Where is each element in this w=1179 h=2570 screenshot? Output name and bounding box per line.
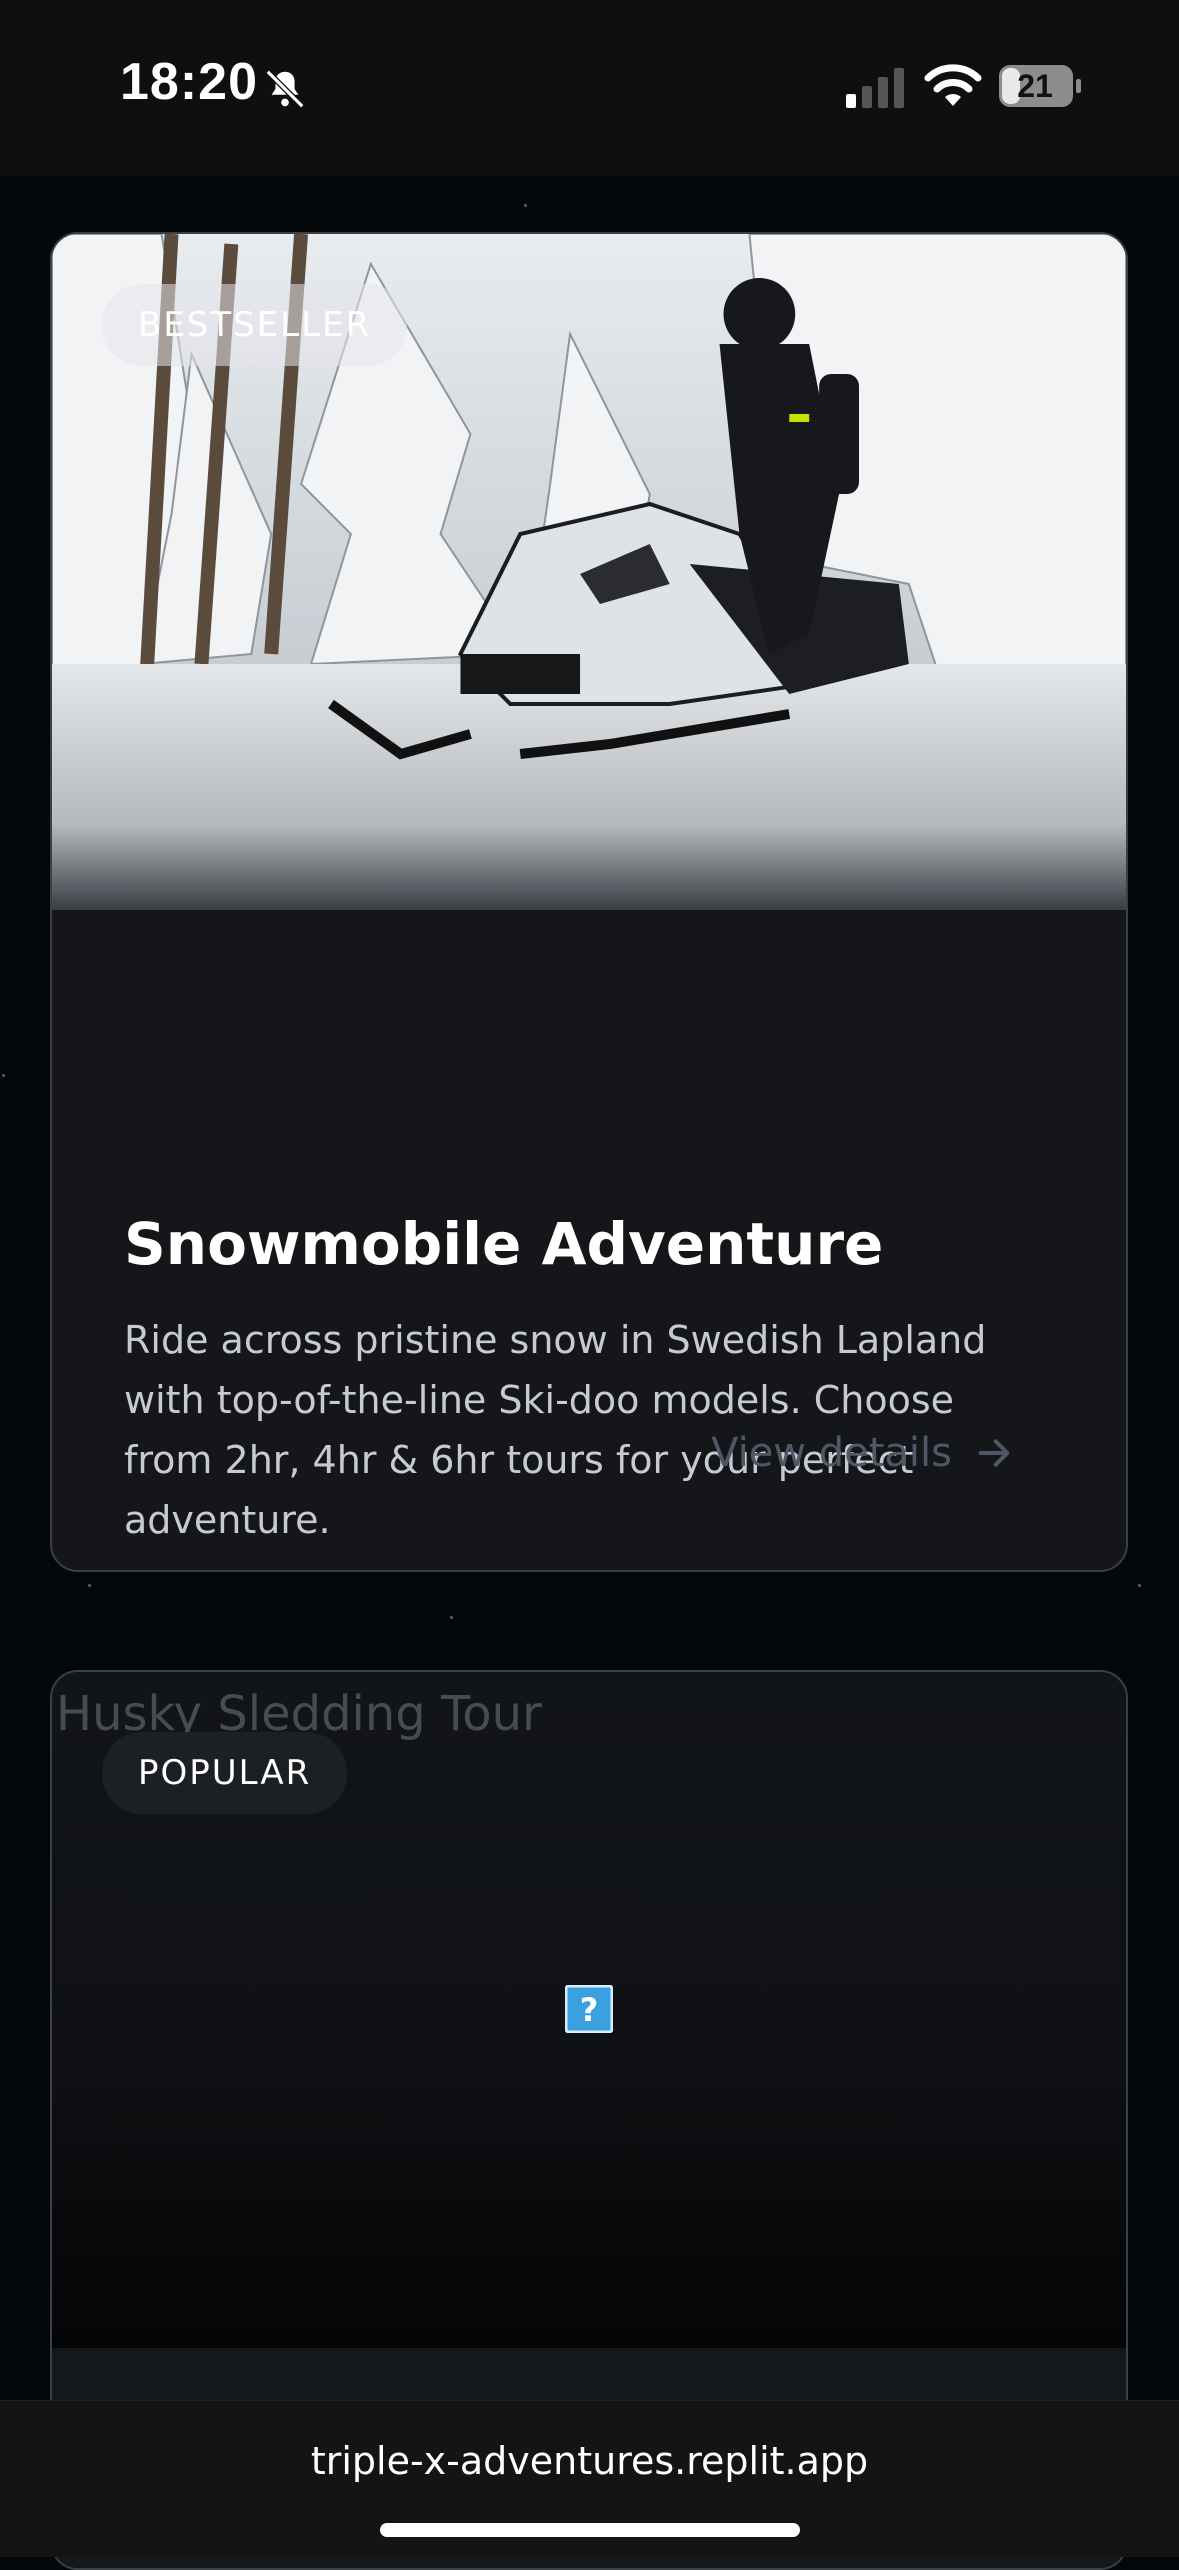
wifi-icon xyxy=(924,64,982,106)
cellular-signal-icon xyxy=(846,68,904,108)
tour-card-snowmobile[interactable]: BESTSELLER Snowmobile Adventure Ride acr… xyxy=(50,232,1128,1572)
star-dot xyxy=(524,204,527,207)
star-dot xyxy=(1138,1584,1141,1587)
view-details-label: View details xyxy=(711,1430,952,1476)
battery-level: 21 xyxy=(1017,68,1053,104)
browser-address-bar[interactable]: triple-x-adventures.replit.app xyxy=(0,2400,1179,2557)
bell-slash-icon xyxy=(265,69,305,109)
svg-text:?: ? xyxy=(580,1991,599,2029)
home-indicator[interactable] xyxy=(380,2523,800,2537)
star-dot xyxy=(88,1584,91,1587)
broken-image-icon: ? xyxy=(565,1985,613,2033)
star-dot xyxy=(2,1074,5,1077)
url-text[interactable]: triple-x-adventures.replit.app xyxy=(0,2439,1179,2483)
view-details-link[interactable]: View details xyxy=(711,1430,1014,1476)
star-dot xyxy=(450,1616,453,1619)
status-time: 18:20 xyxy=(120,53,258,111)
arrow-right-icon xyxy=(978,1439,1010,1467)
popular-badge: POPULAR xyxy=(102,1732,348,1814)
card-body: Snowmobile Adventure Ride across pristin… xyxy=(52,910,1126,1570)
card-title: Snowmobile Adventure xyxy=(124,1210,884,1278)
status-bar: 18:20 21 xyxy=(0,0,1179,176)
bestseller-badge: BESTSELLER xyxy=(102,284,408,366)
